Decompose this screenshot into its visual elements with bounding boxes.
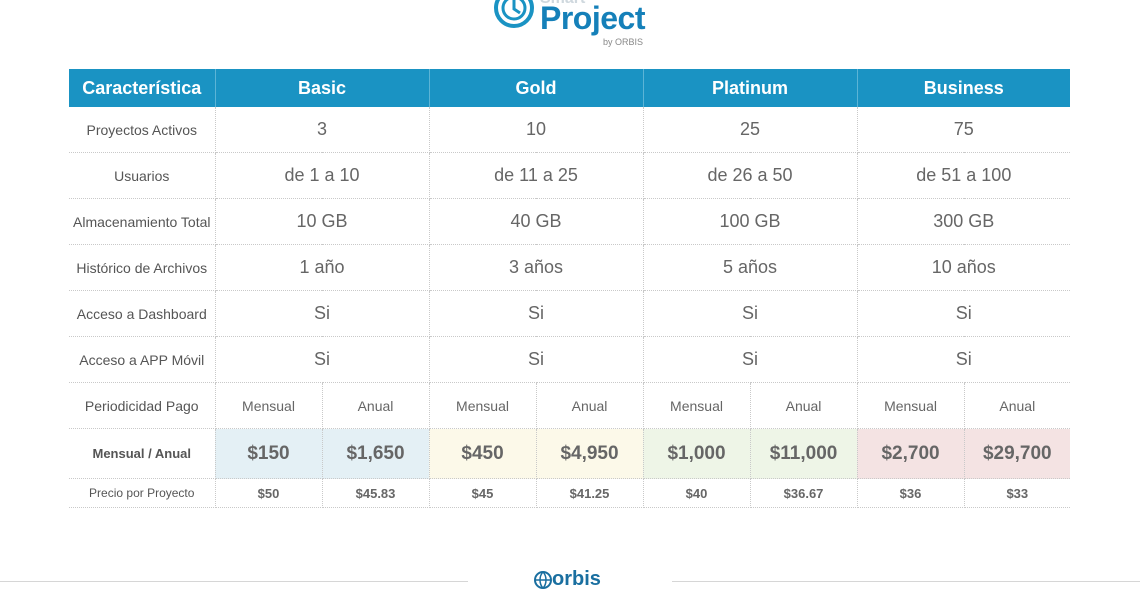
period-annual: Anual	[750, 382, 858, 429]
platinum-monthly-price: $1,000	[643, 428, 751, 479]
header-feature: Característica	[69, 69, 216, 107]
feature-label: Acceso a Dashboard	[69, 290, 216, 337]
period-monthly: Mensual	[857, 382, 965, 429]
smart-project-logo: Smart Project by ORBIS	[490, 0, 660, 50]
feature-label: Periodicidad Pago	[69, 382, 216, 429]
period-monthly: Mensual	[215, 382, 323, 429]
per-project-row: Precio por Proyecto $50 $45.83 $45 $41.2…	[69, 478, 1071, 508]
period-monthly: Mensual	[643, 382, 751, 429]
table-row: Usuarios de 1 a 10 de 11 a 25 de 26 a 50…	[69, 152, 1071, 199]
clock-logo-icon	[494, 0, 534, 28]
gold-value: 3 años	[429, 244, 644, 291]
period-annual: Anual	[322, 382, 430, 429]
header-row: Característica Basic Gold Platinum Busin…	[69, 69, 1071, 107]
feature-label: Histórico de Archivos	[69, 244, 216, 291]
basic-annual-price: $1,650	[322, 428, 430, 479]
platinum-value: de 26 a 50	[643, 152, 858, 199]
pricing-table: Característica Basic Gold Platinum Busin…	[69, 69, 1071, 508]
feature-label: Proyectos Activos	[69, 107, 216, 153]
gold-value: de 11 a 25	[429, 152, 644, 199]
gold-monthly-price: $450	[429, 428, 537, 479]
platinum-annual-per-project: $36.67	[750, 478, 858, 508]
logo-byline: by ORBIS	[603, 37, 644, 47]
basic-value: 3	[215, 107, 430, 153]
business-monthly-price: $2,700	[857, 428, 965, 479]
orbis-footer-logo: orbis	[532, 568, 601, 591]
platinum-value: 5 años	[643, 244, 858, 291]
basic-value: de 1 a 10	[215, 152, 430, 199]
table-row: Acceso a Dashboard Si Si Si Si	[69, 290, 1071, 337]
table-row: Proyectos Activos 3 10 25 75	[69, 107, 1071, 153]
gold-value: Si	[429, 336, 644, 383]
business-annual-price: $29,700	[964, 428, 1071, 479]
period-annual: Anual	[536, 382, 644, 429]
gold-value: Si	[429, 290, 644, 337]
platinum-annual-price: $11,000	[750, 428, 858, 479]
feature-label: Mensual / Anual	[69, 428, 216, 479]
basic-annual-per-project: $45.83	[322, 478, 430, 508]
basic-value: 10 GB	[215, 198, 430, 245]
business-annual-per-project: $33	[964, 478, 1071, 508]
platinum-monthly-per-project: $40	[643, 478, 751, 508]
logo-text-project: Project	[540, 0, 645, 36]
footer-divider-left	[0, 581, 468, 582]
periodicity-row: Periodicidad Pago Mensual Anual Mensual …	[69, 382, 1071, 429]
business-value: 75	[857, 107, 1071, 153]
period-annual: Anual	[964, 382, 1071, 429]
business-value: 300 GB	[857, 198, 1071, 245]
business-value: Si	[857, 336, 1071, 383]
gold-annual-per-project: $41.25	[536, 478, 644, 508]
price-row: Mensual / Anual $150 $1,650 $450 $4,950 …	[69, 428, 1071, 479]
basic-value: 1 año	[215, 244, 430, 291]
business-value: 10 años	[857, 244, 1071, 291]
basic-monthly-per-project: $50	[215, 478, 323, 508]
orbis-footer-text: orbis	[552, 568, 601, 590]
gold-value: 10	[429, 107, 644, 153]
business-monthly-per-project: $36	[857, 478, 965, 508]
table-row: Acceso a APP Móvil Si Si Si Si	[69, 336, 1071, 383]
header-basic: Basic	[215, 69, 430, 107]
business-value: de 51 a 100	[857, 152, 1071, 199]
feature-label: Almacenamiento Total	[69, 198, 216, 245]
header-platinum: Platinum	[643, 69, 858, 107]
basic-monthly-price: $150	[215, 428, 323, 479]
table-row: Histórico de Archivos 1 año 3 años 5 año…	[69, 244, 1071, 291]
platinum-value: Si	[643, 336, 858, 383]
platinum-value: 25	[643, 107, 858, 153]
platinum-value: Si	[643, 290, 858, 337]
gold-monthly-per-project: $45	[429, 478, 537, 508]
basic-value: Si	[215, 290, 430, 337]
period-monthly: Mensual	[429, 382, 537, 429]
platinum-value: 100 GB	[643, 198, 858, 245]
basic-value: Si	[215, 336, 430, 383]
footer-divider-right	[672, 581, 1140, 582]
feature-label: Acceso a APP Móvil	[69, 336, 216, 383]
business-value: Si	[857, 290, 1071, 337]
table-row: Almacenamiento Total 10 GB 40 GB 100 GB …	[69, 198, 1071, 245]
feature-label: Usuarios	[69, 152, 216, 199]
gold-value: 40 GB	[429, 198, 644, 245]
header-gold: Gold	[429, 69, 644, 107]
feature-label: Precio por Proyecto	[69, 478, 216, 508]
globe-icon	[534, 571, 552, 589]
gold-annual-price: $4,950	[536, 428, 644, 479]
header-business: Business	[857, 69, 1071, 107]
